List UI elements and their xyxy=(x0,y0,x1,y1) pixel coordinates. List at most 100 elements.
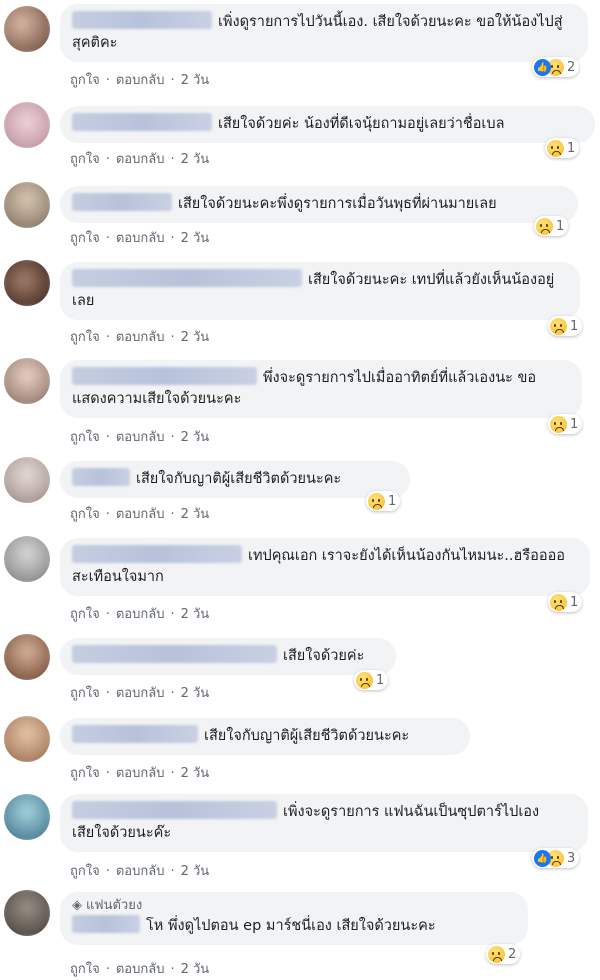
reply-link[interactable]: ตอบกลับ xyxy=(116,958,165,979)
comment-text: เสียใจกับญาติผู้เสียชีวิตด้วยนะคะ xyxy=(136,471,342,487)
like-link[interactable]: ถูกใจ xyxy=(70,682,100,703)
like-link[interactable]: ถูกใจ xyxy=(70,326,100,347)
author-name-redacted[interactable] xyxy=(72,468,130,486)
timestamp[interactable]: 2 วัน xyxy=(181,326,210,347)
reaction-summary[interactable]: 1 xyxy=(354,670,389,690)
avatar[interactable] xyxy=(4,890,50,936)
comment-bubble: ◈ แฟนตัวยงโห พึ่งดูไปตอน ep มาร์ชนี่เอง เ… xyxy=(60,892,528,945)
like-link[interactable]: ถูกใจ xyxy=(70,227,100,248)
comment-actions: ถูกใจ · ตอบกลับ · 2 วัน xyxy=(70,682,209,703)
timestamp[interactable]: 2 วัน xyxy=(181,762,210,783)
reaction-count: 1 xyxy=(567,140,576,156)
top-fan-badge[interactable]: ◈ แฟนตัวยง xyxy=(72,898,516,914)
timestamp[interactable]: 2 วัน xyxy=(181,503,210,524)
comment-text: โห พึ่งดูไปตอน ep มาร์ชนี่เอง เสียใจด้วย… xyxy=(146,918,436,934)
timestamp[interactable]: 2 วัน xyxy=(181,227,210,248)
timestamp[interactable]: 2 วัน xyxy=(181,682,210,703)
reply-link[interactable]: ตอบกลับ xyxy=(116,682,165,703)
reply-link[interactable]: ตอบกลับ xyxy=(116,503,165,524)
badge-label: แฟนตัวยง xyxy=(86,898,143,913)
comment-bubble: เสียใจกับญาติผู้เสียชีวิตด้วยนะคะ xyxy=(60,461,410,498)
author-name-redacted[interactable] xyxy=(72,11,212,29)
like-link[interactable]: ถูกใจ xyxy=(70,958,100,979)
author-name-redacted[interactable] xyxy=(72,193,172,211)
author-name-redacted[interactable] xyxy=(72,367,257,385)
sad-reaction-icon xyxy=(550,593,567,611)
sad-reaction-icon xyxy=(368,492,385,510)
author-name-redacted[interactable] xyxy=(72,725,198,743)
like-link[interactable]: ถูกใจ xyxy=(70,148,100,169)
comment-actions: ถูกใจ · ตอบกลับ · 2 วัน xyxy=(70,762,209,783)
avatar[interactable] xyxy=(4,634,50,680)
like-reaction-icon xyxy=(534,58,551,76)
avatar[interactable] xyxy=(4,102,50,148)
reaction-summary[interactable]: 1 xyxy=(534,216,569,236)
like-link[interactable]: ถูกใจ xyxy=(70,69,100,90)
reaction-summary[interactable]: 1 xyxy=(548,414,583,434)
like-link[interactable]: ถูกใจ xyxy=(70,860,100,881)
comment-bubble: เสียใจด้วยค่ะ xyxy=(60,638,396,675)
reaction-summary[interactable]: 2 xyxy=(532,57,580,77)
reaction-summary[interactable]: 2 xyxy=(486,944,521,964)
sad-reaction-icon xyxy=(550,317,567,335)
author-name-redacted[interactable] xyxy=(72,915,140,933)
reaction-count: 1 xyxy=(570,318,579,334)
comment-bubble: เสียใจด้วยค่ะ น้องที่ดีเจนุ้ยถามอยู่เลยว… xyxy=(60,106,595,143)
comment-actions: ถูกใจ · ตอบกลับ · 2 วัน xyxy=(70,69,209,90)
avatar[interactable] xyxy=(4,536,50,582)
avatar[interactable] xyxy=(4,358,50,404)
avatar[interactable] xyxy=(4,457,50,503)
avatar[interactable] xyxy=(4,260,50,306)
comment-bubble: เทปคุณเอก เราจะยังได้เห็นน้องกันไหมนะ..ฮ… xyxy=(60,538,590,596)
comment-text: เสียใจด้วยค่ะ น้องที่ดีเจนุ้ยถามอยู่เลยว… xyxy=(218,116,505,132)
comment-bubble: เพิ่งจะดูรายการ แฟนฉันเป็นซุปตาร์ไปเอง เ… xyxy=(60,794,588,852)
timestamp[interactable]: 2 วัน xyxy=(181,860,210,881)
reaction-count: 3 xyxy=(567,850,576,866)
timestamp[interactable]: 2 วัน xyxy=(181,148,210,169)
reaction-count: 1 xyxy=(388,493,397,509)
author-name-redacted[interactable] xyxy=(72,801,277,819)
reply-link[interactable]: ตอบกลับ xyxy=(116,762,165,783)
comment-bubble: พึ่งจะดูรายการไปเมื่ออาทิตย์ที่แล้วเองนะ… xyxy=(60,360,582,418)
reply-link[interactable]: ตอบกลับ xyxy=(116,227,165,248)
timestamp[interactable]: 2 วัน xyxy=(181,69,210,90)
author-name-redacted[interactable] xyxy=(72,645,277,663)
timestamp[interactable]: 2 วัน xyxy=(181,426,210,447)
comment-actions: ถูกใจ · ตอบกลับ · 2 วัน xyxy=(70,426,209,447)
comment-text: เสียใจกับญาติผู้เสียชีวิตด้วยนะคะ xyxy=(204,728,410,744)
comment-actions: ถูกใจ · ตอบกลับ · 2 วัน xyxy=(70,860,209,881)
sad-reaction-icon xyxy=(547,139,564,157)
author-name-redacted[interactable] xyxy=(72,545,242,563)
reaction-summary[interactable]: 3 xyxy=(532,848,580,868)
reaction-summary[interactable]: 1 xyxy=(548,592,583,612)
reply-link[interactable]: ตอบกลับ xyxy=(116,326,165,347)
avatar[interactable] xyxy=(4,716,50,762)
reply-link[interactable]: ตอบกลับ xyxy=(116,426,165,447)
reply-link[interactable]: ตอบกลับ xyxy=(116,860,165,881)
like-link[interactable]: ถูกใจ xyxy=(70,503,100,524)
timestamp[interactable]: 2 วัน xyxy=(181,603,210,624)
author-name-redacted[interactable] xyxy=(72,269,302,287)
reaction-count: 2 xyxy=(567,59,576,75)
reply-link[interactable]: ตอบกลับ xyxy=(116,603,165,624)
like-link[interactable]: ถูกใจ xyxy=(70,603,100,624)
comment-thread: { "comments": [ {"text":"เพิ่งดูรายการไป… xyxy=(0,0,600,980)
avatar[interactable] xyxy=(4,182,50,228)
reaction-summary[interactable]: 1 xyxy=(548,316,583,336)
reply-link[interactable]: ตอบกลับ xyxy=(116,148,165,169)
sad-reaction-icon xyxy=(488,945,505,963)
like-link[interactable]: ถูกใจ xyxy=(70,426,100,447)
author-name-redacted[interactable] xyxy=(72,113,212,131)
reaction-summary[interactable]: 1 xyxy=(545,138,580,158)
comment-actions: ถูกใจ · ตอบกลับ · 2 วัน xyxy=(70,503,209,524)
reaction-count: 1 xyxy=(570,594,579,610)
like-link[interactable]: ถูกใจ xyxy=(70,762,100,783)
comment-text: เสียใจด้วยค่ะ xyxy=(283,648,365,664)
reaction-summary[interactable]: 1 xyxy=(366,491,401,511)
avatar[interactable] xyxy=(4,6,50,52)
reaction-count: 2 xyxy=(508,946,517,962)
avatar[interactable] xyxy=(4,794,50,840)
reply-link[interactable]: ตอบกลับ xyxy=(116,69,165,90)
timestamp[interactable]: 2 วัน xyxy=(181,958,210,979)
sad-reaction-icon xyxy=(550,415,567,433)
